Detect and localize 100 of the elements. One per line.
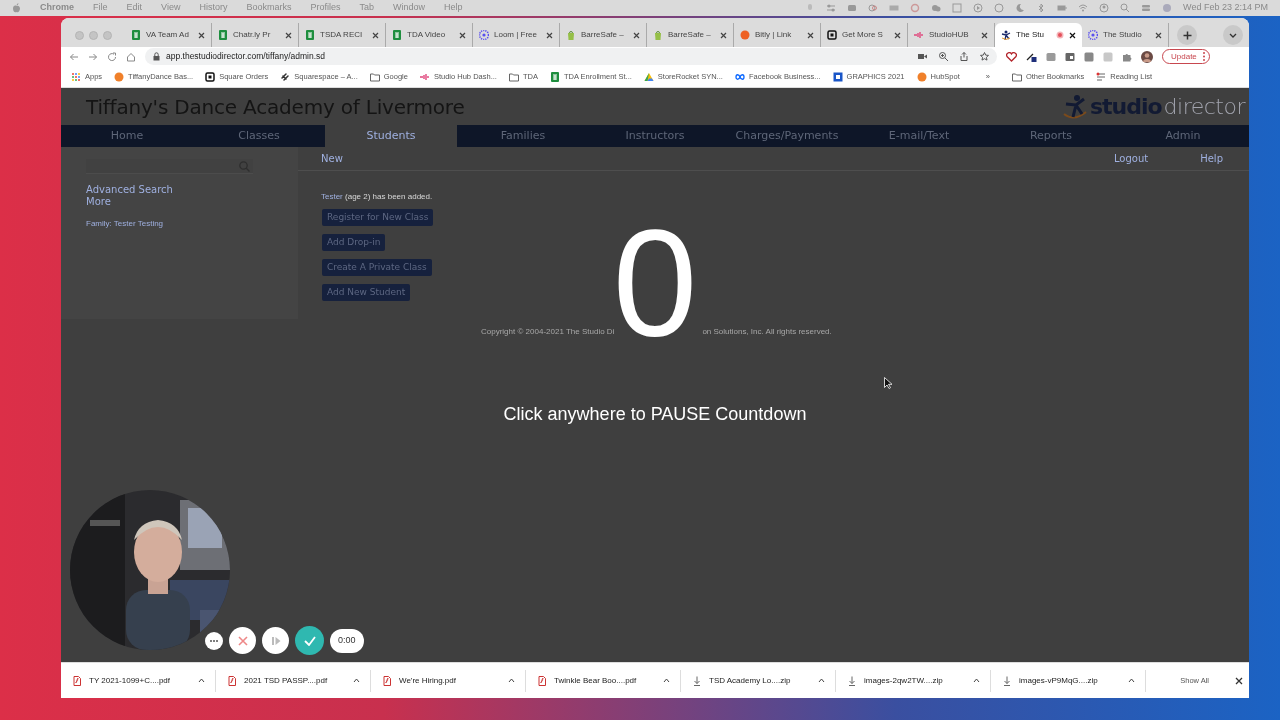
cloud-icon[interactable] <box>931 3 942 13</box>
forward-icon[interactable] <box>88 51 98 62</box>
cancel-button[interactable] <box>229 627 256 654</box>
close-icon[interactable] <box>285 31 292 39</box>
download-item[interactable]: images-2qw2TW....zip <box>836 669 991 692</box>
user-icon[interactable] <box>1099 3 1110 13</box>
profile-avatar[interactable] <box>1141 50 1153 63</box>
sliders-icon[interactable] <box>826 3 837 13</box>
browser-tab[interactable]: Bitly | Link <box>734 23 821 47</box>
student-link[interactable]: Tester <box>321 192 343 201</box>
download-item[interactable]: We're Hiring.pdf <box>371 669 526 692</box>
download-item[interactable]: TSD Academy Lo....zip <box>681 669 836 692</box>
more-vertical-icon <box>1202 52 1205 61</box>
address-bar[interactable]: app.thestudiodirector.com/tiffany/admin.sd <box>145 48 997 65</box>
pdf-icon <box>538 675 546 686</box>
download-item[interactable]: images-vP9MqG....zip <box>991 669 1146 692</box>
zoom-icon[interactable] <box>939 52 948 61</box>
search-icon[interactable] <box>1120 3 1131 13</box>
download-item[interactable]: 2021 TSD PASSP....pdf <box>216 669 371 692</box>
star-icon[interactable] <box>980 52 989 61</box>
battery-icon[interactable] <box>889 3 900 13</box>
pen-icon[interactable] <box>1026 51 1037 62</box>
browser-tab[interactable]: Loom | Free <box>473 23 560 47</box>
apps-grid-icon <box>71 71 81 82</box>
video-camera-icon[interactable] <box>918 53 927 60</box>
starburst-icon <box>479 30 489 40</box>
close-icon[interactable] <box>633 31 640 39</box>
update-button[interactable]: Update <box>1162 49 1210 64</box>
logout-link[interactable]: Logout <box>1113 152 1149 165</box>
extension-icon[interactable] <box>1065 51 1075 62</box>
browser-tab[interactable]: TDA Video <box>386 23 473 47</box>
chevron-down-icon <box>1229 32 1237 38</box>
control-center-icon[interactable] <box>1141 3 1152 13</box>
lock-icon <box>153 52 160 61</box>
pause-button[interactable] <box>262 627 289 654</box>
finish-button[interactable] <box>295 626 324 655</box>
close-icon[interactable] <box>372 31 379 39</box>
caret-up-icon <box>818 678 825 683</box>
camera-icon[interactable] <box>847 3 858 13</box>
help-link[interactable]: Help <box>1200 152 1223 165</box>
confirmation-message: Tester (age 2) has been added. <box>321 191 434 203</box>
close-icon[interactable] <box>198 31 205 39</box>
nav-tab[interactable]: Students <box>325 125 457 147</box>
download-arrow-icon <box>693 675 701 686</box>
close-icon <box>237 635 248 646</box>
more-icon <box>210 639 218 642</box>
close-icon[interactable] <box>1069 31 1076 39</box>
share-icon[interactable] <box>960 52 968 61</box>
play-icon[interactable] <box>973 3 984 13</box>
caret-up-icon <box>353 678 360 683</box>
extension-icon[interactable] <box>1084 51 1094 62</box>
sidebar-link[interactable]: Advanced Search <box>86 184 273 196</box>
close-icon[interactable] <box>720 31 727 39</box>
close-icon[interactable] <box>1155 31 1162 39</box>
check-icon <box>303 635 316 646</box>
browser-tab[interactable]: The Studio <box>1082 23 1169 47</box>
back-icon[interactable] <box>69 51 79 62</box>
caret-up-icon <box>198 678 205 683</box>
tab-search-button[interactable] <box>1223 25 1243 45</box>
browser-tab[interactable]: TSDA RECI <box>299 23 386 47</box>
close-icon[interactable] <box>807 31 814 39</box>
download-item[interactable]: Twinkle Bear Boo....pdf <box>526 669 681 692</box>
window-icon[interactable] <box>952 3 963 13</box>
shopping-bag-icon <box>653 30 663 40</box>
heart-icon[interactable] <box>1006 51 1017 62</box>
copyright-text: on Solutions, Inc. All rights reserved. <box>702 326 832 338</box>
browser-tab[interactable]: BarreSafe – <box>560 23 647 47</box>
browser-tab[interactable]: Chatr.ly Pr <box>212 23 299 47</box>
close-downloads-button[interactable] <box>1235 676 1243 685</box>
close-icon[interactable] <box>981 31 988 39</box>
home-icon[interactable] <box>126 51 136 62</box>
battery-icon[interactable] <box>1057 3 1068 13</box>
browser-tab[interactable]: VA Team Ad <box>125 23 212 47</box>
caret-up-icon <box>1128 678 1135 683</box>
pdf-icon <box>73 675 81 686</box>
more-button[interactable] <box>205 631 223 650</box>
close-icon[interactable] <box>459 31 466 39</box>
wifi-icon[interactable] <box>1078 3 1089 13</box>
sidebar-link[interactable]: More <box>86 196 273 208</box>
browser-tab[interactable]: Get More S <box>821 23 908 47</box>
moon-icon[interactable] <box>1015 3 1026 13</box>
new-tab-button[interactable] <box>1177 25 1197 45</box>
browser-tab[interactable]: The Stu <box>995 23 1082 47</box>
dancer-icon <box>1001 30 1011 40</box>
browser-tab[interactable]: BarreSafe – <box>647 23 734 47</box>
infinity-loop-icon <box>734 71 745 82</box>
apple-icon[interactable] <box>12 3 21 13</box>
extension-icon[interactable] <box>1046 51 1056 62</box>
close-icon[interactable] <box>546 31 553 39</box>
download-item[interactable]: TY 2021-1099+C....pdf <box>61 669 216 692</box>
puzzle-icon[interactable] <box>1122 51 1132 62</box>
caret-up-icon <box>508 678 515 683</box>
reading-list-icon <box>1096 71 1107 82</box>
swirl-icon <box>280 71 291 82</box>
family-link[interactable]: Family: Tester Testing <box>86 218 273 230</box>
close-icon[interactable] <box>894 31 901 39</box>
sub-tab[interactable]: New <box>321 152 343 165</box>
spreadsheet-icon <box>305 30 315 40</box>
countdown-hint: Click anywhere to PAUSE Countdown <box>503 403 807 426</box>
reload-icon[interactable] <box>107 51 117 62</box>
